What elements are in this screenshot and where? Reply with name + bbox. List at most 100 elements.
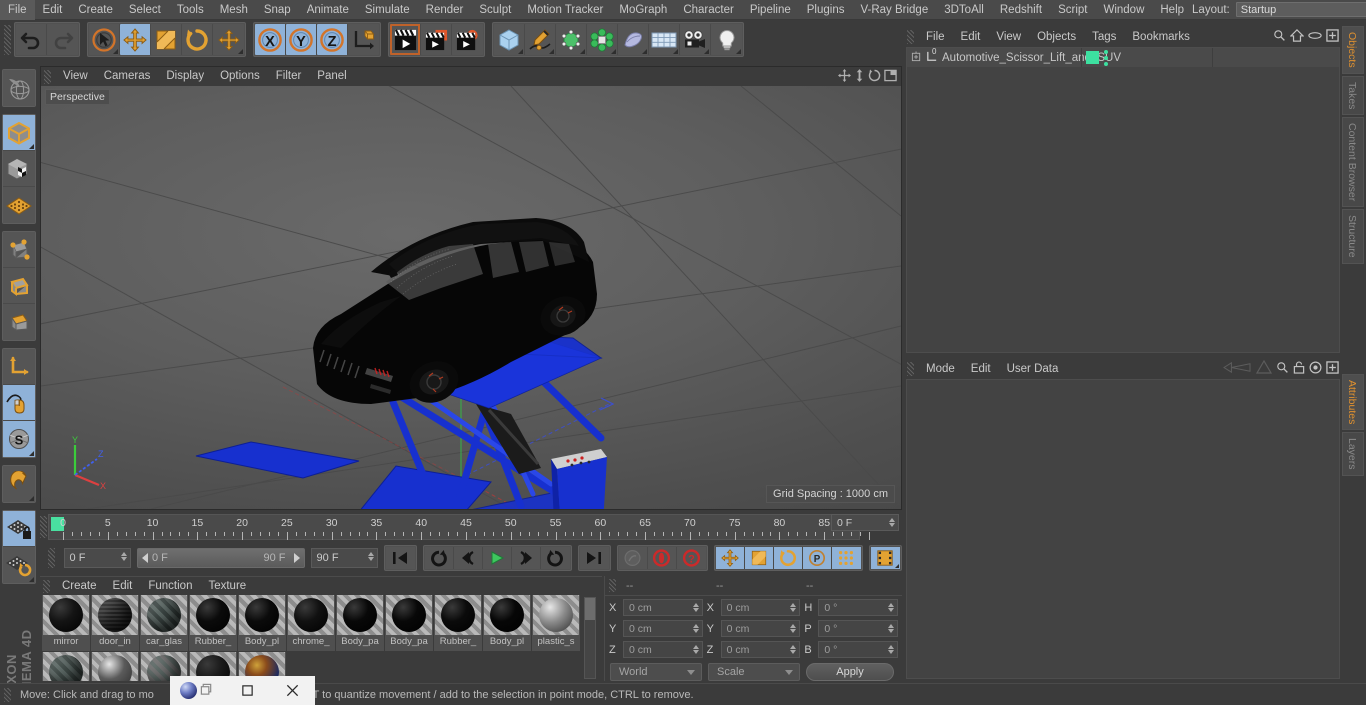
spinner-icon[interactable] bbox=[790, 624, 797, 633]
object-menu-tags[interactable]: Tags bbox=[1084, 31, 1124, 43]
material-item[interactable] bbox=[91, 652, 139, 681]
material-swatch[interactable] bbox=[92, 652, 138, 681]
timeline-ruler[interactable]: 051015202530354045505560657075808590 bbox=[48, 514, 875, 540]
home-icon[interactable] bbox=[1289, 28, 1305, 45]
material-grip[interactable] bbox=[43, 579, 50, 593]
rotate-view-icon[interactable] bbox=[868, 68, 881, 85]
material-menu-edit[interactable]: Edit bbox=[105, 580, 141, 592]
material-swatch[interactable] bbox=[386, 595, 432, 635]
nav-up-icon[interactable] bbox=[1255, 359, 1273, 377]
object-menu-objects[interactable]: Objects bbox=[1029, 31, 1084, 43]
step-back-button[interactable] bbox=[453, 547, 483, 569]
menu-item-render[interactable]: Render bbox=[418, 0, 472, 20]
add-spline-button[interactable] bbox=[525, 24, 556, 55]
viewport-grip[interactable] bbox=[44, 69, 51, 84]
add-scene-object-button[interactable] bbox=[649, 24, 680, 55]
play-button[interactable] bbox=[482, 547, 512, 569]
timeline-film-button[interactable] bbox=[870, 547, 900, 569]
transform-tool[interactable] bbox=[213, 24, 244, 55]
timeline-current-frame-field[interactable]: 0 F bbox=[831, 514, 899, 531]
go-to-end-button[interactable] bbox=[579, 547, 609, 569]
position-z-field[interactable]: 0 cm bbox=[623, 641, 703, 658]
attribute-menu-edit[interactable]: Edit bbox=[963, 363, 999, 375]
material-item[interactable]: Body_pl bbox=[238, 595, 286, 651]
size-x-field[interactable]: 0 cm bbox=[720, 599, 801, 616]
range-left-arrow-icon[interactable] bbox=[141, 553, 148, 563]
spinner-icon[interactable] bbox=[888, 624, 895, 633]
material-swatch[interactable] bbox=[533, 595, 579, 635]
object-visibility-column[interactable] bbox=[1081, 48, 1212, 67]
plus-box-icon[interactable] bbox=[1326, 360, 1339, 377]
soft-selection-button[interactable]: S bbox=[3, 421, 35, 457]
key-scale-button[interactable] bbox=[744, 547, 774, 569]
apply-button[interactable]: Apply bbox=[806, 663, 894, 681]
menu-item-window[interactable]: Window bbox=[1095, 0, 1152, 20]
dock-tab-attributes[interactable]: Attributes bbox=[1342, 373, 1364, 431]
material-scrollbar[interactable] bbox=[584, 597, 596, 679]
spinner-icon[interactable] bbox=[790, 645, 797, 654]
menu-item-select[interactable]: Select bbox=[121, 0, 169, 20]
viewport-menu-options[interactable]: Options bbox=[212, 67, 268, 86]
point-mode-button[interactable] bbox=[3, 232, 35, 268]
magnet-tool-button[interactable] bbox=[3, 466, 35, 502]
rotate-tool[interactable] bbox=[182, 24, 213, 55]
add-cube-button[interactable] bbox=[494, 24, 525, 55]
render-view-button[interactable] bbox=[390, 24, 421, 55]
redo-button[interactable] bbox=[47, 24, 78, 55]
object-menu-edit[interactable]: Edit bbox=[953, 31, 989, 43]
key-pla-button[interactable] bbox=[831, 547, 861, 569]
add-nurbs-button[interactable] bbox=[556, 24, 587, 55]
key-position-button[interactable] bbox=[715, 547, 745, 569]
object-menu-view[interactable]: View bbox=[988, 31, 1029, 43]
y-axis-lock[interactable]: Y bbox=[286, 24, 317, 55]
preview-min-field[interactable]: 0 F bbox=[63, 548, 131, 568]
material-menu-create[interactable]: Create bbox=[54, 580, 105, 592]
object-color-swatch[interactable] bbox=[1086, 51, 1099, 64]
add-deformer-button[interactable] bbox=[618, 24, 649, 55]
menu-item-plugins[interactable]: Plugins bbox=[799, 0, 853, 20]
material-item[interactable]: Rubber_ bbox=[434, 595, 482, 651]
scale-tool[interactable] bbox=[151, 24, 182, 55]
play-forward-loop-button[interactable] bbox=[540, 547, 570, 569]
undo-view-button[interactable] bbox=[3, 70, 35, 106]
dolly-view-icon[interactable] bbox=[854, 68, 865, 85]
record-active-objects-button[interactable] bbox=[647, 547, 677, 569]
menu-item-create[interactable]: Create bbox=[70, 0, 121, 20]
material-item[interactable]: Body_pa bbox=[385, 595, 433, 651]
material-swatch[interactable] bbox=[239, 595, 285, 635]
lock-workplane-button[interactable] bbox=[3, 511, 35, 547]
texture-mode-button[interactable] bbox=[3, 151, 35, 187]
attribute-menu-user-data[interactable]: User Data bbox=[999, 363, 1067, 375]
object-tag-column[interactable] bbox=[1212, 48, 1339, 67]
viewport-menu-display[interactable]: Display bbox=[158, 67, 212, 86]
object-axis-button[interactable] bbox=[3, 349, 35, 385]
add-light-button[interactable] bbox=[711, 24, 742, 55]
undo-button[interactable] bbox=[16, 24, 47, 55]
nav-back-icon[interactable] bbox=[1222, 361, 1252, 377]
menu-item-simulate[interactable]: Simulate bbox=[357, 0, 418, 20]
end-frame-field[interactable]: 90 F bbox=[310, 548, 378, 568]
visibility-dots-icon[interactable] bbox=[1104, 49, 1108, 66]
timeline-grip[interactable] bbox=[40, 516, 47, 538]
menu-item-animate[interactable]: Animate bbox=[299, 0, 357, 20]
move-tool[interactable] bbox=[120, 24, 151, 55]
x-axis-lock[interactable]: X bbox=[255, 24, 286, 55]
taskbar-window-preview[interactable] bbox=[170, 676, 315, 705]
add-camera-button[interactable] bbox=[680, 24, 711, 55]
viewport-menu-view[interactable]: View bbox=[55, 67, 96, 86]
menu-item-script[interactable]: Script bbox=[1050, 0, 1095, 20]
render-to-picture-viewer-button[interactable] bbox=[421, 24, 452, 55]
live-selection-tool[interactable] bbox=[89, 24, 120, 55]
size-z-field[interactable]: 0 cm bbox=[720, 641, 801, 658]
taskbar-app-entry[interactable] bbox=[170, 676, 225, 705]
material-swatch[interactable] bbox=[43, 652, 89, 681]
dock-tab-takes[interactable]: Takes bbox=[1342, 75, 1364, 116]
restore-window-icon[interactable] bbox=[200, 683, 213, 699]
material-swatch[interactable] bbox=[288, 595, 334, 635]
polygon-mode-button[interactable] bbox=[3, 304, 35, 340]
menu-item-3dtoall[interactable]: 3DToAll bbox=[936, 0, 992, 20]
material-swatch[interactable] bbox=[92, 595, 138, 635]
search-icon[interactable] bbox=[1276, 361, 1289, 377]
viewport-3d-canvas[interactable]: Perspective Grid Spacing : 1000 cm Y X Z bbox=[41, 86, 901, 509]
autokeying-toggle-button[interactable]: ? bbox=[676, 547, 706, 569]
